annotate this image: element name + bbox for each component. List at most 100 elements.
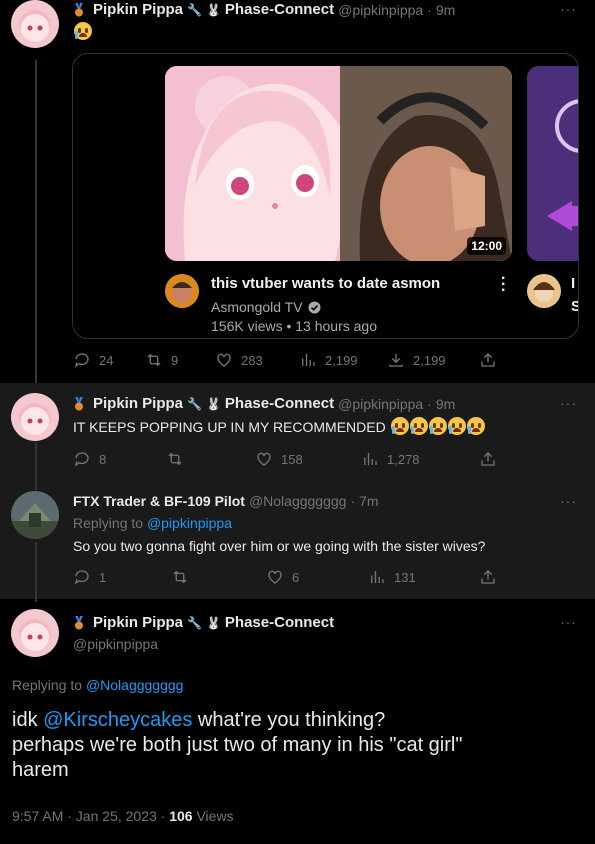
next-video-title[interactable]: I (571, 275, 575, 292)
video-title[interactable]: this vtuber wants to date asmon (211, 275, 440, 292)
share-button[interactable] (479, 351, 497, 369)
verified-check-icon (308, 301, 321, 313)
thread-context-panel (0, 383, 595, 599)
replying-label: Replying to (12, 677, 83, 693)
retweet-icon (168, 452, 182, 466)
handle[interactable]: @pipkinpippa (338, 2, 423, 18)
retweet-icon (147, 353, 161, 367)
heart-icon (268, 570, 282, 584)
affiliation-label[interactable]: Phase-Connect (225, 395, 334, 412)
share-button[interactable] (479, 568, 497, 586)
affiliation-label[interactable]: Phase-Connect (225, 614, 334, 631)
reply-icon (74, 353, 89, 368)
handle[interactable]: @pipkinpippa (73, 636, 158, 652)
wrench-icon: 🔧 (187, 396, 202, 411)
views-count: 1,278 (387, 451, 420, 467)
views-count: 131 (394, 569, 416, 585)
views-icon (302, 354, 315, 366)
tweet-header: FTX Trader & BF-109 Pilot @Nolaggggggg ·… (73, 493, 379, 509)
separator: · (350, 493, 356, 509)
views-button[interactable]: 131 (368, 568, 416, 586)
reply-icon (74, 452, 89, 467)
view-count: 106 (169, 808, 193, 824)
handle[interactable]: @Nolaggggggg (249, 493, 347, 509)
more-icon[interactable]: ··· (560, 395, 577, 411)
separator: · (427, 1, 432, 18)
tweet-text-body: IT KEEPS POPPING UP IN MY RECOMMENDED (73, 419, 386, 435)
view-label: Views (196, 808, 234, 824)
next-video-thumbnail[interactable] (527, 66, 578, 261)
affiliation-label[interactable]: Phase-Connect (225, 1, 334, 18)
avatar[interactable] (11, 393, 59, 441)
reply-button[interactable]: 1 (73, 568, 106, 586)
crying-emoji (466, 417, 485, 435)
next-channel-avatar[interactable] (527, 274, 561, 308)
reply-icon (74, 570, 89, 585)
like-button[interactable]: 6 (266, 568, 299, 586)
views-count: 2,199 (325, 352, 358, 368)
tweet-emoji (73, 22, 92, 42)
medal-icon (75, 615, 83, 629)
video-card[interactable]: 12:00 this vtuber wants to date asmon As… (72, 53, 579, 339)
share-button[interactable] (479, 450, 497, 468)
video-menu-icon[interactable]: · · · (501, 271, 506, 299)
replying-label: Replying to (73, 515, 144, 531)
main-tweet-line-2: perhaps we're both just two of many in h… (12, 734, 463, 756)
next-channel-name[interactable]: S (571, 298, 578, 315)
reply-button[interactable]: 24 (73, 351, 113, 369)
avatar[interactable] (11, 609, 59, 657)
channel-row[interactable]: Asmongold TV (211, 299, 321, 315)
main-tweet-line-3: harem (12, 759, 69, 781)
reply-button[interactable]: 8 (73, 450, 106, 468)
views-icon (371, 571, 384, 583)
video-thumbnail[interactable]: 12:00 (165, 66, 512, 261)
avatar[interactable] (11, 0, 59, 48)
tweet-timestamp[interactable]: 9:57 AM · Jan 25, 2023 · (12, 808, 165, 824)
share-icon (481, 353, 495, 367)
timestamp[interactable]: 9m (436, 396, 455, 412)
more-icon[interactable]: ··· (560, 614, 577, 630)
like-count: 158 (281, 451, 303, 467)
replying-mention-link[interactable]: @pipkinpippa (147, 515, 232, 531)
crying-emoji (447, 417, 466, 435)
crying-emoji (409, 417, 428, 435)
tweet-text: So you two gonna fight over him or we go… (73, 538, 486, 554)
retweet-button[interactable]: 9 (145, 351, 178, 369)
views-icon (364, 453, 377, 465)
display-name[interactable]: Pipkin Pippa (93, 614, 183, 631)
like-button[interactable]: 283 (215, 351, 263, 369)
replying-mention-link[interactable]: @Nolaggggggg (86, 677, 184, 693)
timestamp[interactable]: 7m (359, 493, 378, 509)
thread-line (35, 442, 37, 490)
like-button[interactable]: 158 (255, 450, 303, 468)
avatar[interactable] (11, 491, 59, 539)
tweet-meta: 9:57 AM · Jan 25, 2023 · 106 Views (12, 808, 234, 824)
wrench-icon: 🔧 (187, 2, 202, 17)
views-button[interactable]: 2,199 (299, 351, 358, 369)
retweet-button[interactable] (166, 450, 184, 468)
more-icon[interactable]: ··· (560, 1, 577, 17)
display-name[interactable]: Pipkin Pippa (93, 395, 183, 412)
tweet-header: Pipkin Pippa 🔧 🐰 Phase-Connect @pipkinpi… (73, 1, 455, 18)
channel-avatar[interactable] (165, 274, 199, 308)
crying-emoji (428, 417, 447, 435)
download-button[interactable]: 2,199 (387, 351, 446, 369)
wrench-icon: 🔧 (187, 615, 202, 630)
thread-line (35, 60, 37, 386)
views-button[interactable]: 1,278 (361, 450, 420, 468)
tweet-header: Pipkin Pippa 🔧 🐰 Phase-Connect (73, 614, 334, 631)
channel-name[interactable]: Asmongold TV (211, 299, 303, 315)
timestamp[interactable]: 9m (436, 2, 455, 18)
crying-emoji (390, 417, 409, 435)
mention-link[interactable]: @Kirscheycakes (43, 709, 192, 731)
retweet-button[interactable] (171, 568, 189, 586)
display-name[interactable]: FTX Trader & BF-109 Pilot (73, 493, 245, 509)
display-name[interactable]: Pipkin Pippa (93, 1, 183, 18)
more-icon[interactable]: ··· (560, 493, 577, 509)
tweet-text: IT KEEPS POPPING UP IN MY RECOMMENDED (73, 417, 485, 435)
main-tweet-line-1: idk @Kirscheycakes what're you thinking? (12, 708, 582, 733)
heart-icon (217, 353, 231, 367)
tweet-header: Pipkin Pippa 🔧 🐰 Phase-Connect @pipkinpi… (73, 395, 455, 412)
handle[interactable]: @pipkinpippa (338, 396, 423, 412)
separator: · (427, 395, 432, 412)
